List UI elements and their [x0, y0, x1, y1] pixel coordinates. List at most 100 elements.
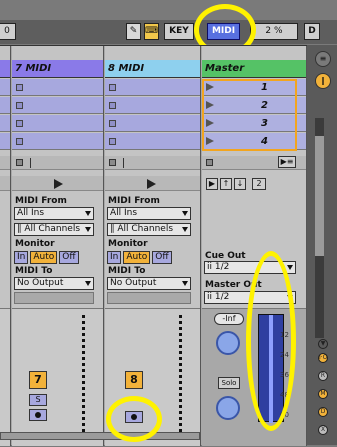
play-icon[interactable]: ▶: [206, 178, 218, 190]
track-activator-button[interactable]: 7: [29, 371, 47, 389]
solo-cue-button[interactable]: Solo: [218, 377, 240, 389]
midi-from-label: MIDI From: [108, 196, 160, 206]
midi-from-label: MIDI From: [15, 196, 67, 206]
annotation-circle-record: [106, 396, 162, 442]
track-8-header[interactable]: 8 MIDI: [105, 60, 200, 78]
midi-to-select[interactable]: No Output: [14, 277, 95, 290]
dropdown-arrow-icon: [85, 211, 92, 216]
horizontal-scrollbar[interactable]: [0, 432, 200, 440]
scroll-thumb[interactable]: [315, 136, 324, 256]
scene-launch-4[interactable]: 4: [202, 133, 306, 150]
track-7-stop-bar[interactable]: [12, 156, 103, 170]
arrow-up-icon[interactable]: ↑: [220, 178, 232, 190]
bars-icon[interactable]: ‖: [315, 73, 331, 89]
monitor-in-button[interactable]: In: [107, 251, 122, 264]
computer-keyboard-button[interactable]: ⌨: [144, 23, 159, 40]
clip-slot[interactable]: [0, 79, 10, 96]
number-field[interactable]: 0: [0, 23, 16, 40]
meter-dots: [179, 315, 182, 435]
monitor-in-button[interactable]: In: [14, 251, 29, 264]
clip-slot[interactable]: [12, 97, 103, 114]
tempo-field[interactable]: 2: [252, 178, 266, 190]
monitor-auto-button[interactable]: Auto: [30, 251, 58, 264]
channel-select[interactable]: ∥ All Channels: [14, 223, 95, 236]
clip-stop-bar[interactable]: [0, 156, 10, 170]
clip-slot[interactable]: [105, 133, 200, 150]
clip-stop-square-icon: [109, 120, 116, 127]
channel-select[interactable]: ∥ All Channels: [107, 223, 191, 236]
track-8-play-bar[interactable]: [105, 176, 200, 191]
clip-slot[interactable]: [105, 97, 200, 114]
returns-toggle-icon[interactable]: R: [318, 371, 328, 381]
channel-value: ∥ All Channels: [110, 224, 174, 234]
monitor-off-button[interactable]: Off: [152, 251, 172, 264]
mixer-toggle-icon[interactable]: M: [318, 389, 328, 399]
scene-launch-3[interactable]: 3: [202, 115, 306, 132]
track-8-stop-bar[interactable]: [105, 156, 200, 170]
arrow-down-icon[interactable]: ↓: [234, 178, 246, 190]
clip-slot[interactable]: [0, 115, 10, 132]
clip-stop-square-icon: [109, 84, 116, 91]
partial-track-header[interactable]: [0, 60, 10, 78]
crossfader-toggle-icon[interactable]: X: [318, 425, 328, 435]
clip-slot[interactable]: [0, 97, 10, 114]
io-toggle-icon[interactable]: I·O: [318, 353, 328, 363]
track-activator-button[interactable]: 8: [125, 371, 143, 389]
delay-toggle-icon[interactable]: D: [318, 407, 328, 417]
pan-knob[interactable]: [216, 331, 240, 355]
master-header[interactable]: Master: [202, 60, 306, 78]
draw-mode-button[interactable]: ✎: [126, 23, 141, 40]
channel-value: ∥ All Channels: [17, 224, 81, 234]
play-icon: [147, 179, 156, 189]
track-7-column: 7 MIDI MIDI From All Ins ∥ All Channels …: [12, 46, 104, 446]
scene-number: 1: [261, 82, 268, 93]
clip-stop-square-icon: [109, 138, 116, 145]
volume-readout[interactable]: -Inf: [214, 313, 244, 325]
clip-slot[interactable]: [12, 79, 103, 96]
monitor-auto-button[interactable]: Auto: [123, 251, 151, 264]
monitor-buttons: In Auto Off: [107, 251, 172, 264]
stop-icon: [109, 159, 116, 166]
clip-slot[interactable]: [0, 133, 10, 150]
cue-volume-knob[interactable]: [216, 396, 240, 420]
vertical-scrollbar[interactable]: [315, 118, 324, 338]
arm-record-button[interactable]: [29, 409, 47, 421]
key-map-button[interactable]: KEY: [164, 23, 194, 40]
midi-to-label: MIDI To: [108, 266, 146, 276]
midi-to-channel-empty: [107, 292, 191, 304]
scene-play-icon: [206, 101, 214, 109]
monitor-label: Monitor: [108, 239, 148, 249]
session-panel: 7 MIDI MIDI From All Ins ∥ All Channels …: [0, 45, 307, 446]
dropdown-arrow-icon: [181, 281, 188, 286]
solo-button[interactable]: S: [29, 394, 47, 406]
triangle-down-icon[interactable]: ▼: [318, 339, 328, 349]
monitor-buttons: In Auto Off: [14, 251, 79, 264]
live-session-view: 0 ✎ ⌨ KEY MIDI 2 % D 7 MIDI MIDI From Al…: [0, 0, 337, 447]
dropdown-arrow-icon: [286, 265, 293, 270]
midi-to-select[interactable]: No Output: [107, 277, 191, 290]
track-7-play-bar[interactable]: [12, 176, 103, 191]
scene-play-icon: [206, 83, 214, 91]
scene-launch-1[interactable]: 1: [202, 79, 306, 96]
track-7-header[interactable]: 7 MIDI: [12, 60, 103, 78]
clip-stop-square-icon: [16, 84, 23, 91]
partial-mixer: [0, 308, 10, 446]
clip-slot[interactable]: [105, 79, 200, 96]
menu-icon[interactable]: ≡: [315, 51, 331, 67]
clip-slot[interactable]: [105, 115, 200, 132]
track-7-mixer: 7 S: [12, 308, 103, 446]
scene-view-toggle[interactable]: ▶≡: [278, 156, 296, 168]
clip-slot[interactable]: [12, 115, 103, 132]
scene-number: 4: [261, 136, 268, 147]
midi-from-select[interactable]: All Ins: [107, 207, 191, 220]
midi-to-value: No Output: [17, 278, 64, 288]
clip-stop-square-icon: [16, 138, 23, 145]
stop-all-clips-bar[interactable]: ▶≡: [202, 156, 306, 170]
scene-launch-2[interactable]: 2: [202, 97, 306, 114]
divider: [30, 158, 31, 168]
monitor-off-button[interactable]: Off: [59, 251, 79, 264]
play-bar[interactable]: [0, 176, 10, 191]
divider: [123, 158, 124, 168]
midi-from-select[interactable]: All Ins: [14, 207, 95, 220]
clip-slot[interactable]: [12, 133, 103, 150]
